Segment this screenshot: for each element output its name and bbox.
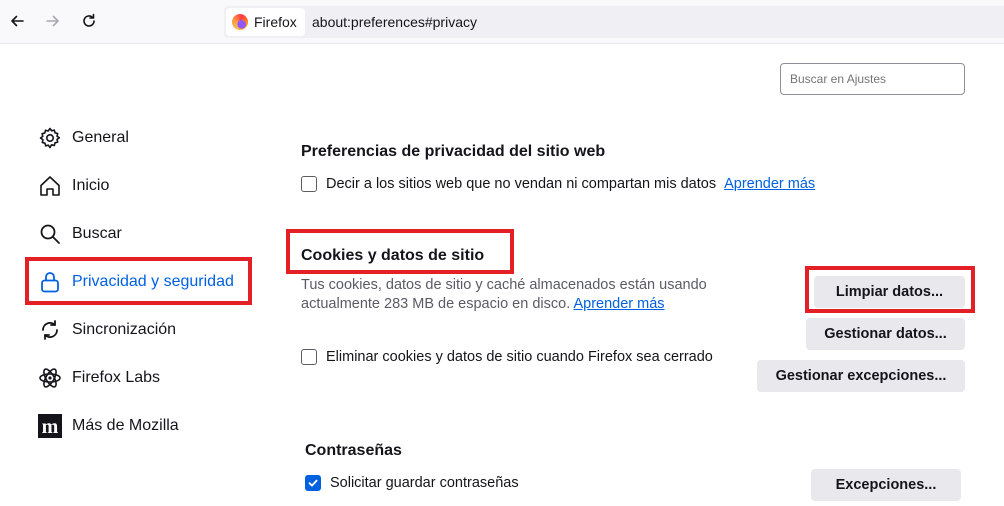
reload-button[interactable] bbox=[76, 8, 102, 34]
back-arrow-icon bbox=[11, 15, 24, 27]
sidebar-item-mas-de-mozilla[interactable]: m Más de Mozilla bbox=[38, 412, 179, 440]
sidebar-item-buscar[interactable]: Buscar bbox=[38, 220, 122, 248]
manage-exceptions-button[interactable]: Gestionar excepciones... bbox=[757, 360, 965, 392]
ask-save-checkbox[interactable] bbox=[305, 475, 321, 491]
forward-button[interactable] bbox=[40, 8, 66, 34]
sidebar-item-general[interactable]: General bbox=[38, 124, 129, 152]
dont-sell-checkbox[interactable] bbox=[301, 176, 317, 192]
cookies-description: Tus cookies, datos de sitio y caché alma… bbox=[301, 276, 771, 314]
atom-icon bbox=[39, 368, 61, 388]
firefox-logo-icon bbox=[232, 14, 248, 30]
ask-save-row: Solicitar guardar contraseñas bbox=[305, 475, 519, 491]
highlight-box-cookies-title bbox=[286, 229, 514, 274]
highlight-box-privacy bbox=[25, 257, 252, 305]
url-text[interactable]: about:preferences#privacy bbox=[312, 6, 477, 38]
back-button[interactable] bbox=[4, 8, 30, 34]
sidebar-item-sincronizacion[interactable]: Sincronización bbox=[38, 316, 176, 344]
svg-text:m: m bbox=[42, 416, 59, 438]
checkmark-icon bbox=[308, 479, 318, 487]
privacy-learn-more-link[interactable]: Aprender más bbox=[724, 176, 815, 192]
mozilla-logo-icon: m bbox=[38, 414, 62, 438]
sidebar-item-label: General bbox=[72, 129, 129, 146]
sidebar-item-label: Firefox Labs bbox=[72, 369, 161, 386]
delete-on-close-checkbox[interactable] bbox=[301, 349, 317, 365]
home-icon bbox=[40, 176, 60, 196]
delete-on-close-row: Eliminar cookies y datos de sitio cuando… bbox=[301, 349, 713, 365]
cookies-learn-more-link[interactable]: Aprender más bbox=[573, 296, 664, 312]
delete-on-close-label: Eliminar cookies y datos de sitio cuando… bbox=[326, 349, 713, 365]
sidebar-item-label: Sincronización bbox=[72, 321, 177, 338]
dont-sell-row: Decir a los sitios web que no vendan ni … bbox=[301, 176, 815, 192]
sidebar-item-firefox-labs[interactable]: Firefox Labs bbox=[38, 364, 160, 392]
sidebar-item-label: Buscar bbox=[72, 225, 122, 242]
password-exceptions-button[interactable]: Excepciones... bbox=[811, 469, 961, 501]
passwords-title: Contraseñas bbox=[305, 442, 402, 459]
search-icon bbox=[40, 224, 60, 244]
dont-sell-label: Decir a los sitios web que no vendan ni … bbox=[326, 176, 717, 192]
settings-search-input[interactable] bbox=[780, 63, 965, 95]
identity-box[interactable]: Firefox bbox=[226, 8, 305, 36]
gear-icon bbox=[39, 127, 61, 149]
manage-data-button[interactable]: Gestionar datos... bbox=[806, 318, 965, 350]
sidebar-item-label: Inicio bbox=[72, 177, 110, 194]
sidebar-item-label: Más de Mozilla bbox=[72, 417, 179, 434]
url-bar[interactable]: Firefox about:preferences#privacy bbox=[224, 6, 1004, 38]
sidebar-item-inicio[interactable]: Inicio bbox=[38, 172, 109, 200]
privacy-prefs-title: Preferencias de privacidad del sitio web bbox=[301, 143, 606, 160]
browser-toolbar: Firefox about:preferences#privacy bbox=[0, 0, 1004, 44]
sync-icon bbox=[42, 320, 58, 340]
ask-save-label: Solicitar guardar contraseñas bbox=[330, 475, 519, 491]
identity-label: Firefox bbox=[254, 14, 297, 30]
highlight-box-clear-data bbox=[805, 266, 975, 313]
forward-arrow-icon bbox=[46, 15, 59, 27]
reload-icon bbox=[83, 13, 95, 27]
